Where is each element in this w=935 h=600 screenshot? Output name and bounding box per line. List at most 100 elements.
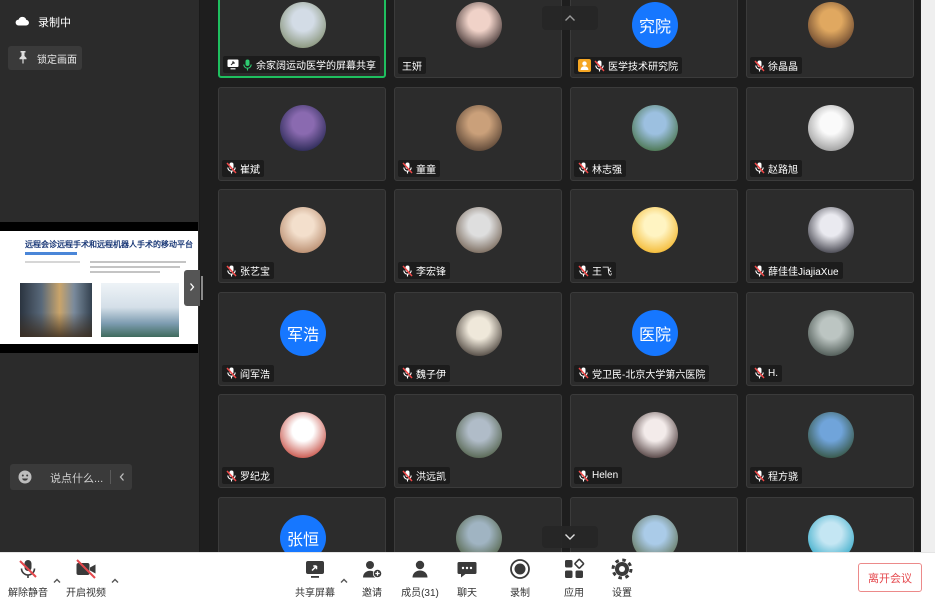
record-button[interactable]: 录制 (492, 558, 548, 599)
participant-avatar-photo (808, 104, 854, 151)
participant-tile[interactable]: 林志强 (570, 86, 738, 181)
participant-name-tag: 徐晶晶 (750, 57, 802, 74)
participant-tile[interactable]: 洪远凯 (394, 394, 562, 489)
participant-tile[interactable]: 医院党卫民-北京大学第六医院 (570, 291, 738, 386)
mic-muted-icon (402, 470, 413, 482)
unmute-button[interactable]: 解除静音 (0, 558, 56, 599)
avatar-initials: 军浩 (286, 326, 319, 344)
participant-tile[interactable]: 罗纪龙 (218, 394, 386, 489)
mic-muted-icon (402, 265, 413, 277)
participant-tile[interactable]: H. (746, 291, 914, 386)
scroll-down-button[interactable] (542, 526, 598, 548)
slide-text-line (90, 271, 160, 273)
mic-muted-icon (226, 367, 237, 379)
participant-avatar-photo (632, 514, 678, 552)
lock-view-button[interactable]: 锁定画面 (8, 46, 82, 70)
avatar-initials: 究院 (638, 19, 671, 36)
participant-tile[interactable]: 李宏锋 (394, 189, 562, 284)
chat-button[interactable]: 聊天 (439, 558, 495, 599)
participant-name: Helen (592, 470, 619, 482)
participant-name: 余家阔运动医学的屏幕共享 (256, 61, 376, 72)
participant-tile[interactable] (394, 496, 562, 552)
participant-name: 童童 (416, 164, 436, 176)
screen-share-icon (227, 59, 239, 70)
participant-name-tag: 张艺宝 (222, 262, 274, 280)
participant-name-tag: 阎军浩 (222, 364, 274, 382)
participant-tile[interactable]: 余家阔运动医学的屏幕共享 (218, 0, 386, 78)
chevron-down-icon (564, 528, 576, 546)
participant-tile[interactable]: 薛佳佳JiajiaXue (746, 189, 914, 284)
participant-name: 徐晶晶 (768, 62, 798, 73)
slide-text-line (90, 261, 186, 263)
participant-tile[interactable]: 程方骁 (746, 394, 914, 489)
participant-tile[interactable]: 王飞 (570, 189, 738, 284)
collapse-panel-button[interactable] (184, 270, 200, 306)
participant-tile[interactable] (746, 496, 914, 552)
participant-avatar-photo (808, 514, 854, 552)
participant-name-tag: 赵路旭 (750, 159, 802, 177)
record-icon (509, 558, 531, 585)
participant-name-tag: 童童 (398, 159, 440, 177)
leave-meeting-button[interactable]: 离开会议 (858, 563, 922, 592)
participant-tile[interactable]: 赵路旭 (746, 86, 914, 181)
mic-muted-icon (754, 162, 765, 174)
participant-name-tag: 王飞 (574, 262, 616, 280)
share-screen-button[interactable]: 共享屏幕 (287, 558, 343, 599)
participant-avatar-photo (456, 2, 502, 48)
participant-avatar-photo (456, 514, 502, 552)
scroll-up-button[interactable] (542, 6, 598, 30)
members-icon (409, 558, 431, 585)
start-video-button[interactable]: 开启视频 (58, 558, 114, 599)
chat-input[interactable]: 说点什么... (10, 464, 132, 490)
add-user-icon (361, 558, 383, 585)
participant-tile[interactable]: Helen (570, 394, 738, 489)
participant-name: 医学技术研究院 (608, 62, 678, 73)
participant-gallery: 余家阔运动医学的屏幕共享 王妍 究院医学技术研究院 徐晶晶崔斌 童童 林志强 赵路旭张艺宝 李… (200, 0, 921, 552)
slide-text-line (90, 266, 180, 268)
participant-name: 魏子伊 (416, 369, 446, 381)
participant-tile[interactable]: 童童 (394, 86, 562, 181)
emoji-icon[interactable] (18, 470, 32, 489)
participant-name-tag: 林志强 (574, 159, 626, 177)
participant-name-tag: Helen (574, 467, 623, 485)
participant-tile[interactable]: 张艺宝 (218, 189, 386, 284)
video-options-caret[interactable] (110, 573, 120, 583)
chevron-right-icon (188, 279, 196, 297)
slide-subtitle-text (25, 252, 77, 255)
slide-photo-operating-room (20, 283, 92, 337)
mic-muted-icon (578, 367, 589, 379)
participant-name: 薛佳佳JiajiaXue (768, 267, 839, 279)
participant-tile[interactable]: 王妍 (394, 0, 562, 78)
pin-icon (18, 50, 28, 67)
participant-tile[interactable]: 魏子伊 (394, 291, 562, 386)
panel-resize-handle[interactable] (201, 276, 203, 300)
participant-name: 王妍 (402, 62, 422, 73)
participant-tile[interactable]: 徐晶晶 (746, 0, 914, 78)
shared-screen-thumbnail[interactable]: 远程会诊远程手术和远程机器人手术的移动平台 (0, 222, 198, 353)
participant-avatar-initials: 医院 (632, 309, 678, 356)
mic-muted-icon (754, 470, 765, 482)
mic-muted-icon (578, 470, 589, 482)
chevron-left-icon[interactable] (115, 470, 129, 484)
mic-muted-icon (754, 59, 765, 72)
settings-label: 设置 (612, 588, 632, 599)
cloud-icon (15, 16, 29, 29)
recording-indicator[interactable]: 录制中 (15, 12, 71, 32)
apps-label: 应用 (564, 588, 584, 599)
settings-button[interactable]: 设置 (594, 558, 650, 599)
participant-avatar-initials: 张恒 (280, 514, 326, 552)
record-label: 录制 (510, 588, 530, 599)
mic-muted-icon (226, 470, 237, 482)
avatar-initials: 张恒 (286, 531, 319, 549)
participant-avatar-photo (808, 412, 854, 459)
shared-slide: 远程会诊远程手术和远程机器人手术的移动平台 (0, 231, 198, 344)
mic-muted-icon (578, 265, 589, 277)
participant-name-tag: 医学技术研究院 (574, 57, 682, 74)
participant-name-tag: 洪远凯 (398, 467, 450, 485)
participant-name: 李宏锋 (416, 267, 446, 279)
participant-name-tag: 党卫民-北京大学第六医院 (574, 364, 710, 382)
meeting-toolbar: 解除静音 开启视频 共享屏幕 邀请 成员(31) 聊天 录制 应用 设置 离开会… (0, 552, 935, 600)
participant-tile[interactable]: 崔斌 (218, 86, 386, 181)
participant-tile[interactable]: 张恒 (218, 496, 386, 552)
participant-tile[interactable]: 军浩阎军浩 (218, 291, 386, 386)
